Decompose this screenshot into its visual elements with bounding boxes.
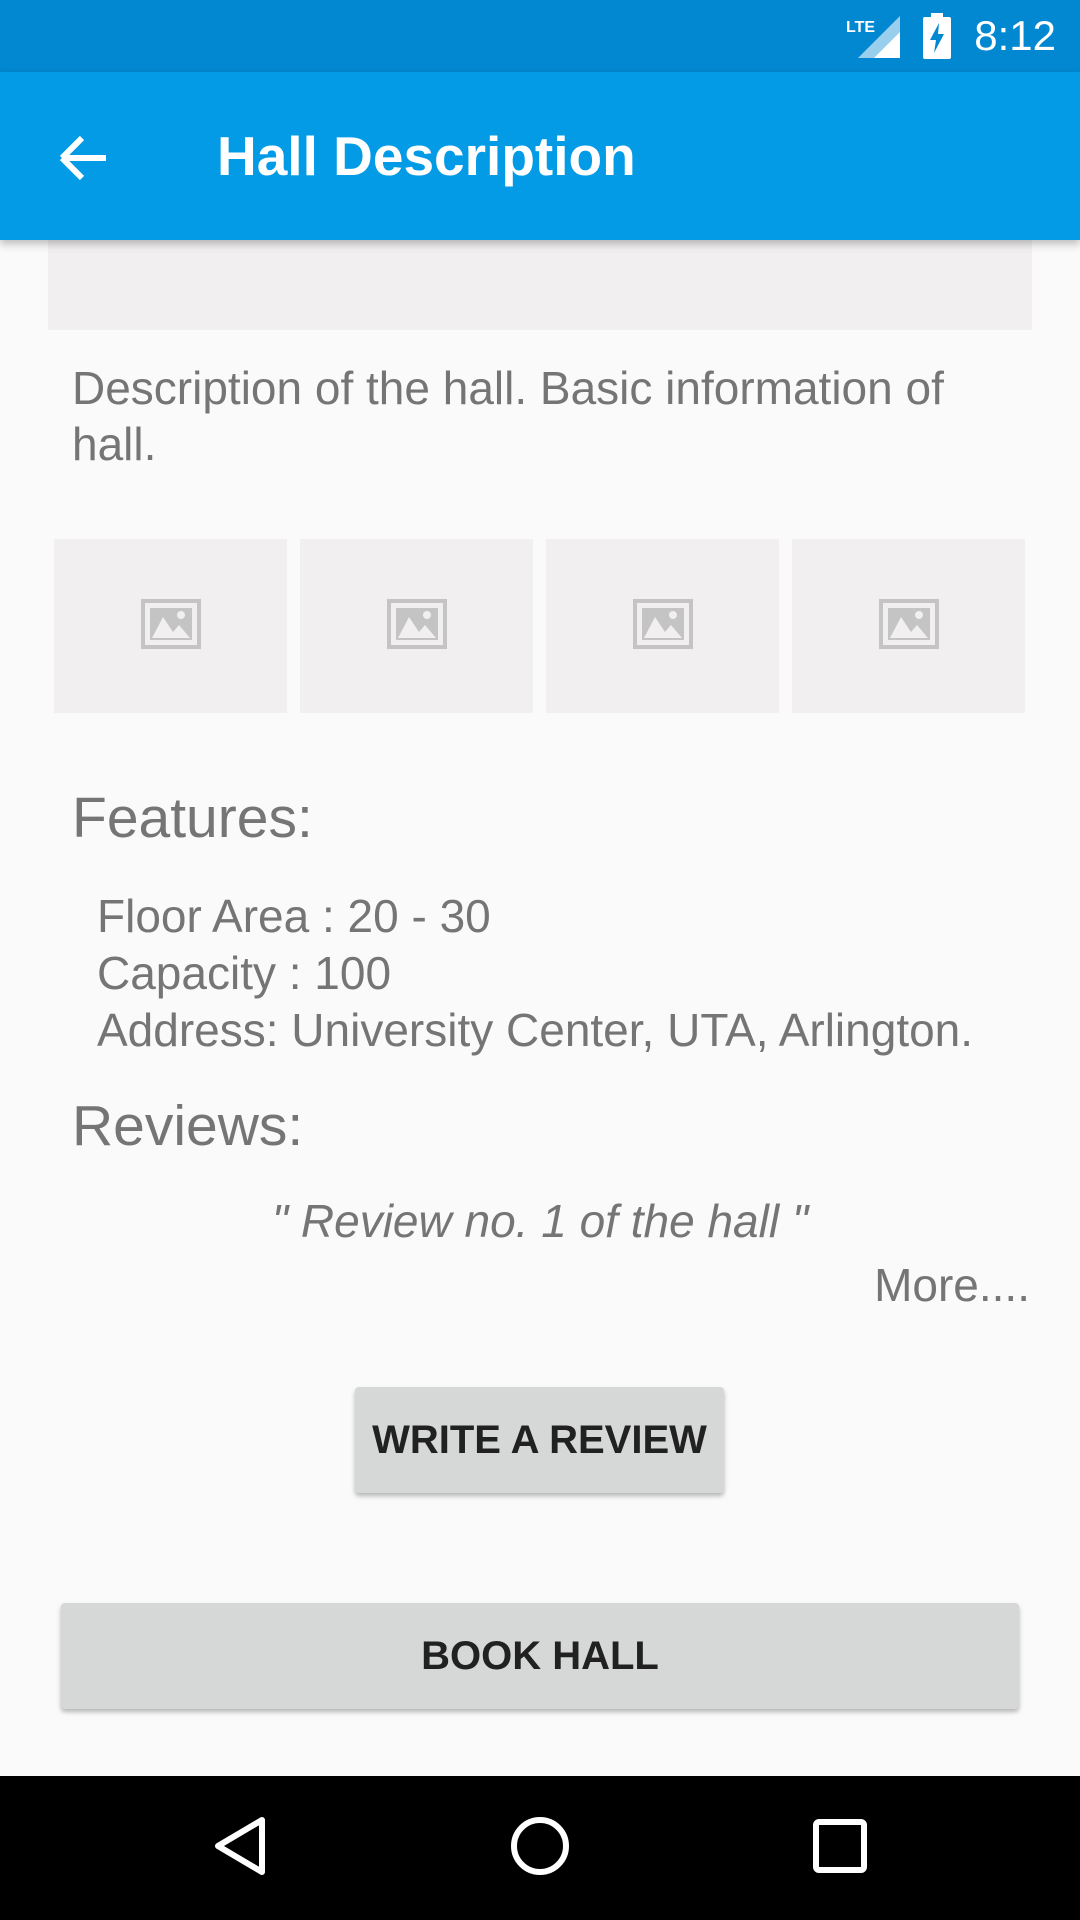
review-item: " Review no. 1 of the hall " xyxy=(271,1195,809,1247)
nav-home-button[interactable] xyxy=(490,1798,590,1898)
features-list: Floor Area : 20 - 30 Capacity : 100 Addr… xyxy=(97,888,973,1059)
book-hall-button[interactable]: BOOK HALL xyxy=(61,1603,1019,1709)
app-bar: Hall Description xyxy=(0,72,1080,240)
nav-back-button[interactable] xyxy=(190,1798,290,1898)
system-nav-bar xyxy=(0,1776,1080,1920)
status-time: 8:12 xyxy=(974,12,1056,59)
hall-description: Description of the hall. Basic informati… xyxy=(72,362,944,470)
back-button[interactable] xyxy=(40,116,128,204)
page-title: Hall Description xyxy=(217,125,636,187)
back-triangle-icon xyxy=(212,1816,268,1880)
recents-square-icon xyxy=(812,1818,868,1878)
reviews-heading: Reviews: xyxy=(72,1094,304,1158)
image-placeholder-icon xyxy=(386,599,447,653)
hall-thumbnail[interactable] xyxy=(546,539,779,713)
features-heading: Features: xyxy=(72,786,313,850)
more-reviews-link[interactable]: More.... xyxy=(874,1258,1030,1312)
feature-floor-area: Floor Area : 20 - 30 xyxy=(97,890,491,942)
write-review-button[interactable]: WRITE A REVIEW xyxy=(355,1387,724,1493)
home-circle-icon xyxy=(510,1816,570,1880)
hall-main-image xyxy=(48,240,1032,330)
feature-address: Address: University Center, UTA, Arlingt… xyxy=(97,1004,974,1056)
arrow-back-icon xyxy=(58,135,110,185)
feature-capacity: Capacity : 100 xyxy=(97,947,392,999)
status-bar: LTE 8:12 xyxy=(0,0,1080,72)
lte-label: LTE xyxy=(846,19,875,36)
battery-charging-icon xyxy=(922,13,952,59)
hall-thumbnail[interactable] xyxy=(792,539,1025,713)
nav-recents-button[interactable] xyxy=(790,1798,890,1898)
image-placeholder-icon xyxy=(140,599,201,653)
hall-thumbnail[interactable] xyxy=(300,539,533,713)
image-placeholder-icon xyxy=(632,599,693,653)
lte-signal-icon: LTE xyxy=(844,14,901,58)
hall-thumbnail[interactable] xyxy=(54,539,287,713)
image-placeholder-icon xyxy=(878,599,939,653)
